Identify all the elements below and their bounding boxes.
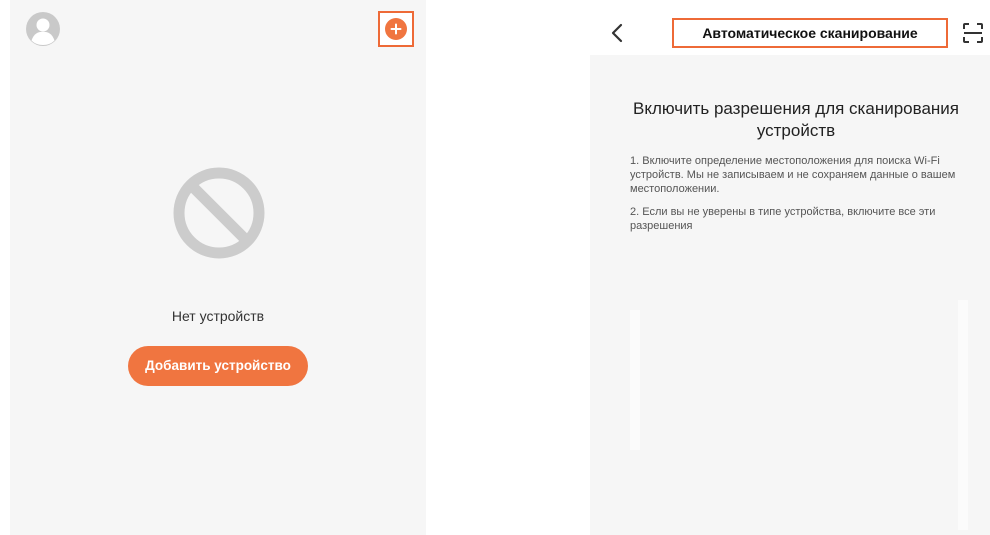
title-highlight: Автоматическое сканирование — [672, 18, 948, 48]
scan-icon — [963, 23, 983, 43]
add-button[interactable] — [378, 11, 414, 47]
background-strip — [958, 300, 968, 530]
background-strip — [630, 310, 640, 450]
add-device-button[interactable]: Добавить устройство — [128, 346, 308, 386]
permissions-heading: Включить разрешения для сканирования уст… — [632, 99, 960, 140]
instruction-2: 2. Если вы не уверены в типе устройства,… — [630, 206, 936, 232]
avatar[interactable] — [26, 12, 60, 46]
empty-state-message: Нет устройств — [171, 308, 265, 324]
back-button[interactable] — [608, 22, 628, 44]
auto-scan-screen: Автоматическое сканирование Включить раз… — [590, 0, 990, 535]
device-list-screen: Нет устройств Добавить устройство — [10, 0, 426, 535]
instruction-1: 1. Включите определение местоположения д… — [630, 155, 956, 195]
instructions: 1. Включите определение местоположения д… — [630, 154, 960, 242]
plus-circle-icon — [385, 18, 407, 40]
avatar-icon — [26, 12, 60, 46]
page-title: Автоматическое сканирование — [702, 25, 918, 41]
no-entry-icon — [172, 166, 266, 260]
chevron-left-icon — [611, 23, 623, 43]
scan-button[interactable] — [962, 22, 984, 44]
